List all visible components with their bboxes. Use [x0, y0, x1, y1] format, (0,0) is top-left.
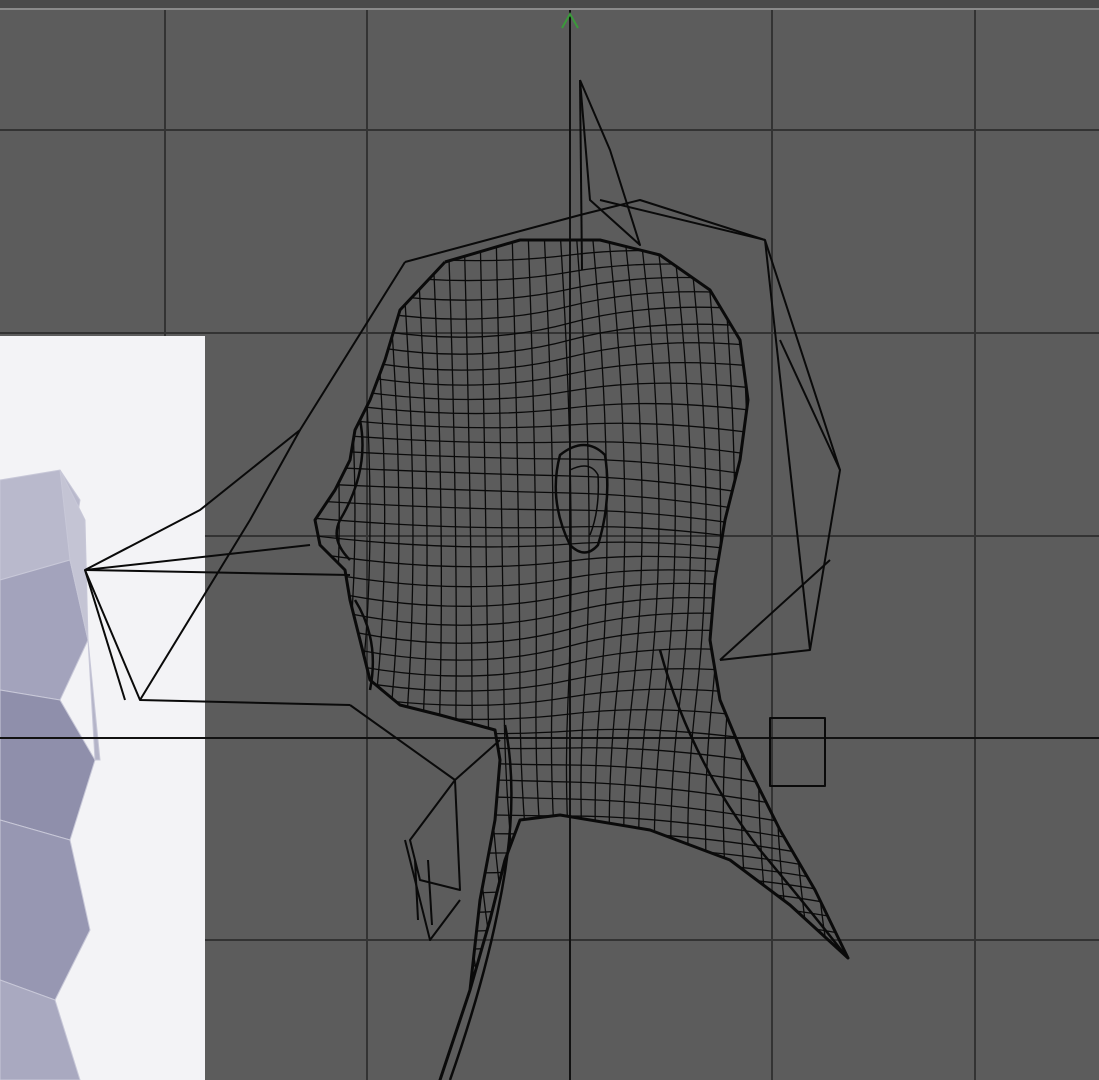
head-mesh-wireframe[interactable] [300, 230, 900, 1080]
reference-image-panel[interactable] [0, 336, 205, 1080]
3d-viewport[interactable] [0, 0, 1099, 1080]
viewport-canvas[interactable] [0, 0, 1099, 1080]
